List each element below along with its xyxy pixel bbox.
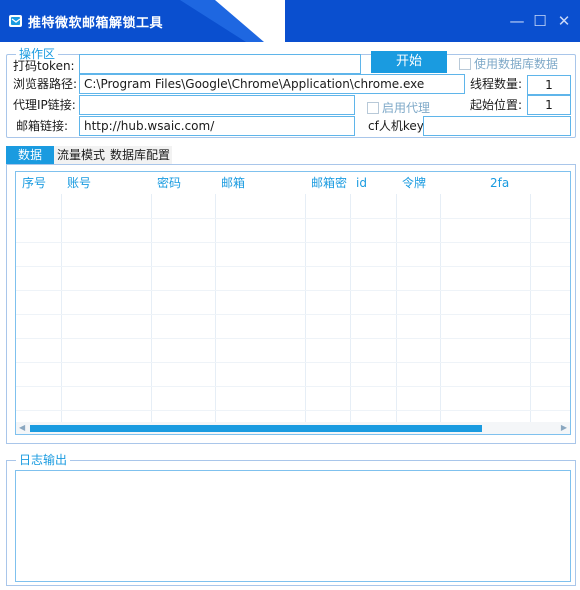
maximize-icon[interactable]: ☐ [530,11,550,31]
grid-column-divider [215,194,216,424]
grid-header: 序号 账号 密码 邮箱 邮箱密 id 令牌 2fa [16,172,570,194]
checkbox-icon [459,57,471,70]
grid-column-divider [350,194,351,424]
column-header[interactable]: 邮箱密 [311,176,347,190]
tab-database-config[interactable]: 数据库配置 [108,146,172,164]
browser-path-input[interactable]: C:\Program Files\Google\Chrome\Applicati… [79,74,465,94]
start-button[interactable]: 开始 [371,51,447,73]
enable-proxy-label: 启用代理 [382,101,431,115]
window-title: 推特微软邮箱解锁工具 [28,16,164,31]
title-bar[interactable]: 推特微软邮箱解锁工具 — ☐ ✕ [0,0,580,42]
column-header[interactable]: id [356,176,367,190]
column-header[interactable]: 序号 [22,176,46,190]
use-db-checkbox[interactable]: 使用数据库数据 [459,55,558,72]
tab-data[interactable]: 数据 [6,146,54,164]
grid-row-line [16,410,570,411]
data-tab-panel: 序号 账号 密码 邮箱 邮箱密 id 令牌 2fa ◀ ▶ [6,164,576,444]
checkbox-icon [367,101,379,114]
minimize-icon[interactable]: — [507,11,527,31]
log-panel [6,460,576,586]
cf-key-label: cf人机key: [368,119,427,133]
proxy-input[interactable] [79,95,355,115]
proxy-label: 代理IP链接: [13,98,76,112]
column-header[interactable]: 令牌 [402,176,426,190]
grid-row-line [16,290,570,291]
data-grid[interactable]: 序号 账号 密码 邮箱 邮箱密 id 令牌 2fa ◀ ▶ [15,171,571,435]
tab-traffic-mode[interactable]: 流量模式 [54,146,108,164]
scroll-left-icon[interactable]: ◀ [19,422,25,434]
close-icon[interactable]: ✕ [554,11,574,31]
start-position-input[interactable]: 1 [527,95,571,115]
grid-column-divider [396,194,397,424]
grid-row-line [16,314,570,315]
grid-column-divider [530,194,531,424]
log-output[interactable] [15,470,571,582]
grid-row-line [16,218,570,219]
cf-key-input[interactable] [423,116,571,136]
scrollbar-thumb[interactable] [30,425,482,432]
grid-column-divider [61,194,62,424]
threads-input[interactable]: 1 [527,75,571,95]
grid-row-line [16,338,570,339]
grid-row-line [16,362,570,363]
use-db-label: 使用数据库数据 [474,57,559,71]
browser-path-label: 浏览器路径: [13,77,78,91]
column-header[interactable]: 账号 [67,176,91,190]
grid-column-divider [151,194,152,424]
grid-row-line [16,266,570,267]
mail-link-label: 邮箱链接: [16,119,69,133]
scroll-right-icon[interactable]: ▶ [561,422,567,434]
app-icon [9,15,22,27]
mail-link-input[interactable]: http://hub.wsaic.com/ [79,116,355,136]
token-input[interactable] [79,54,361,74]
threads-label: 线程数量: [470,77,523,91]
column-header[interactable]: 邮箱 [221,176,245,190]
token-label: 打码token: [13,59,75,73]
grid-row-line [16,386,570,387]
enable-proxy-checkbox[interactable]: 启用代理 [367,99,430,116]
grid-column-divider [440,194,441,424]
start-position-label: 起始位置: [470,98,523,112]
grid-column-divider [305,194,306,424]
log-panel-legend: 日志输出 [16,453,71,467]
column-header[interactable]: 2fa [490,176,509,190]
horizontal-scrollbar[interactable]: ◀ ▶ [16,422,570,434]
grid-row-line [16,242,570,243]
column-header[interactable]: 密码 [157,176,181,190]
